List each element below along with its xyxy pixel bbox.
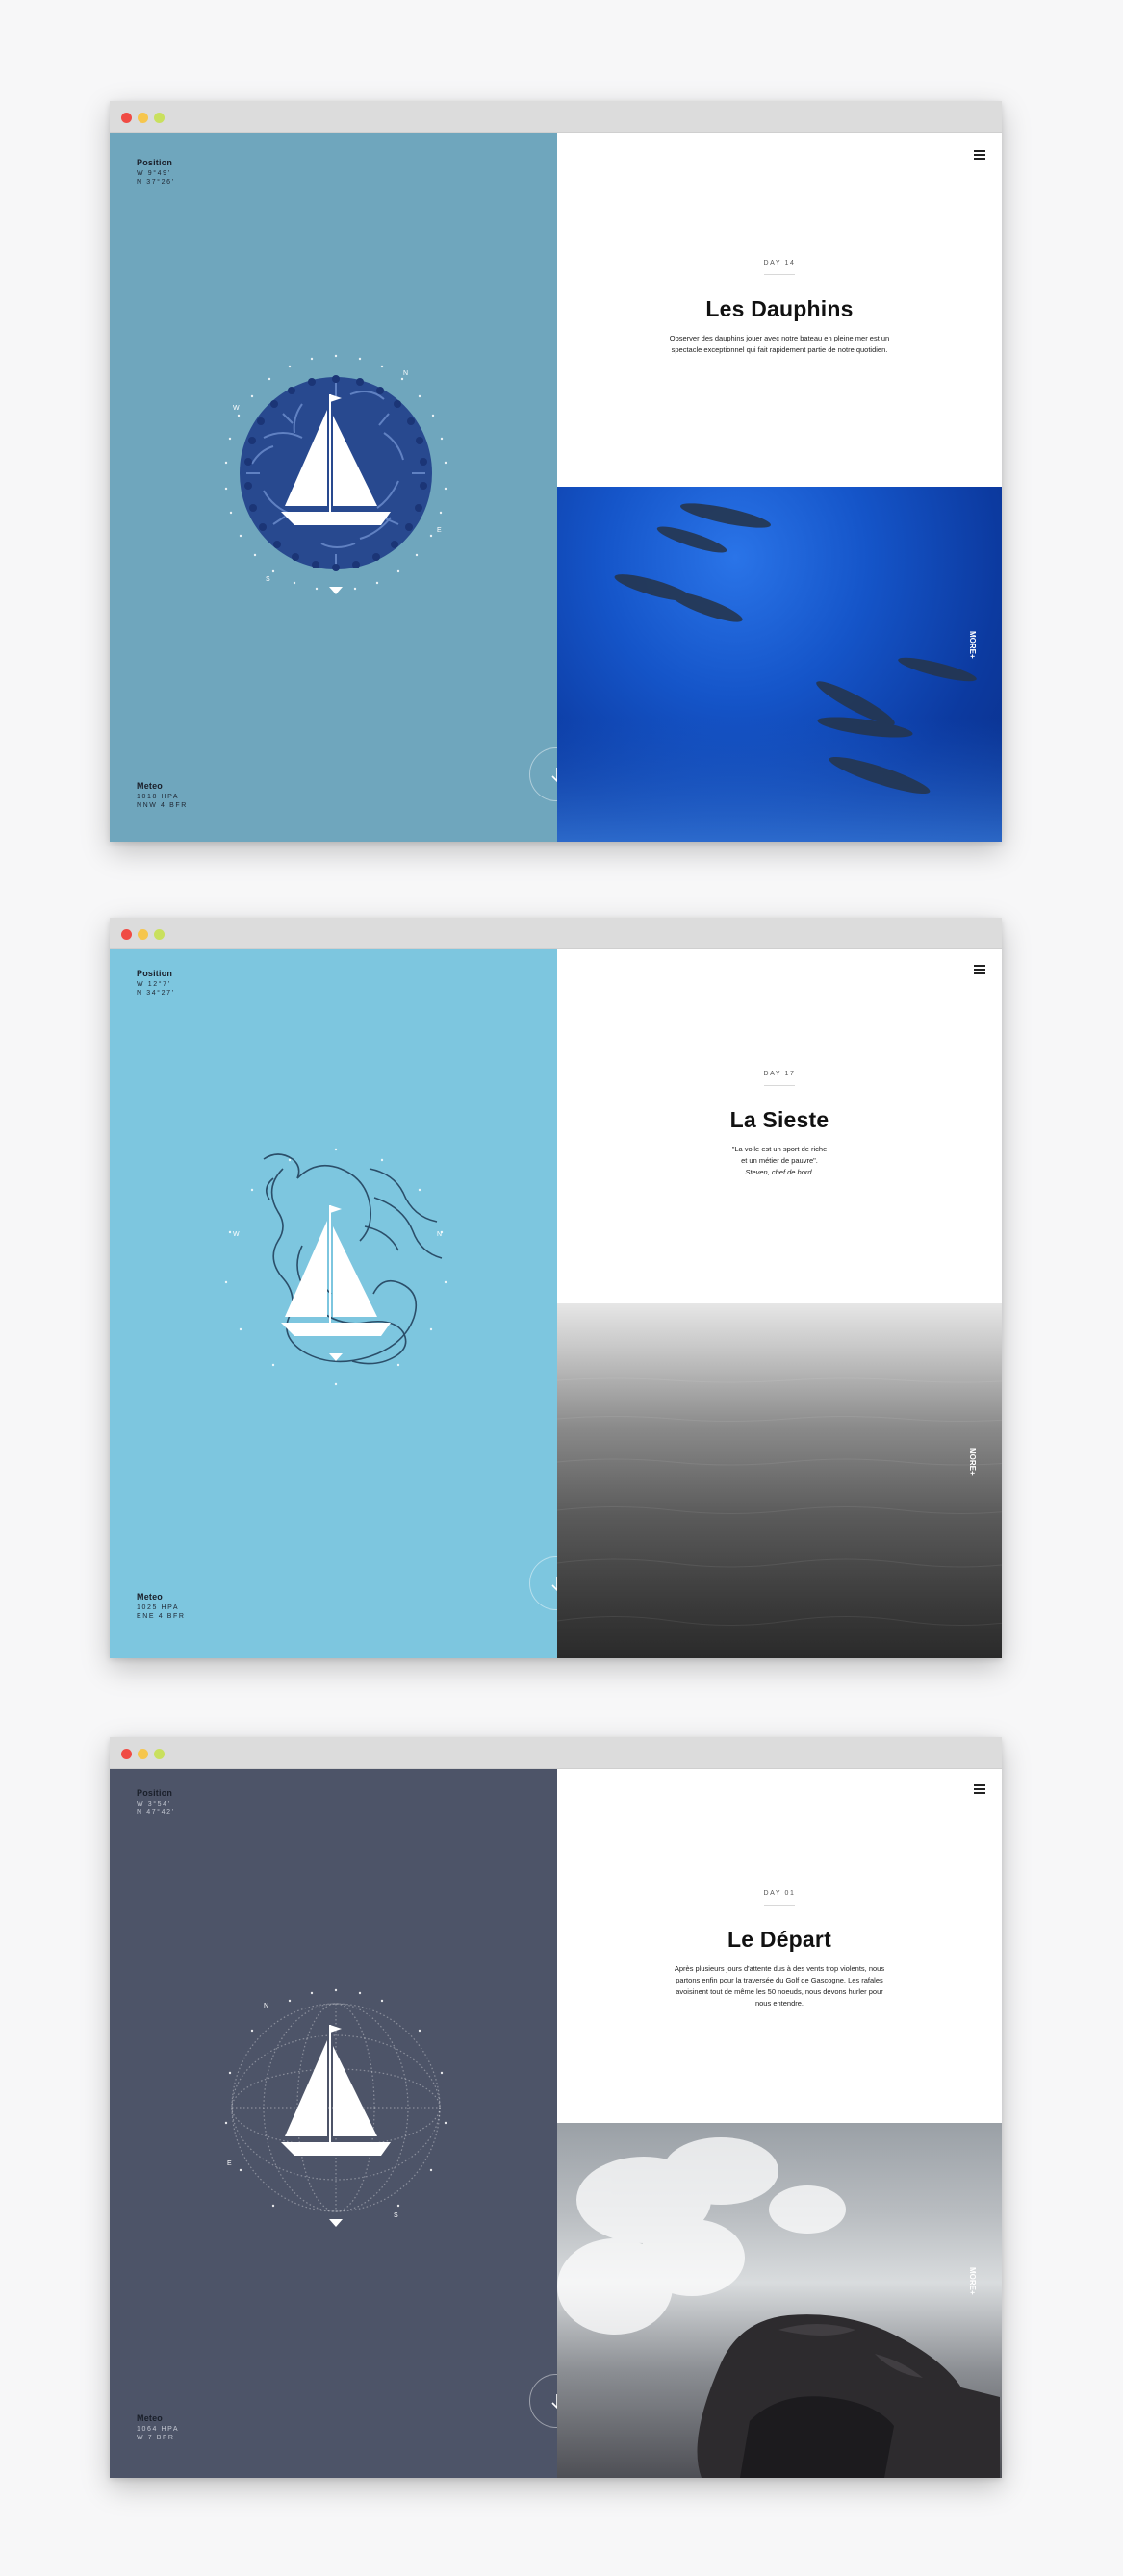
hamburger-menu-icon[interactable] — [974, 1784, 985, 1794]
browser-window-sieste: Position W 12°7' N 34°27' W N Meteo 1025… — [110, 918, 1002, 1658]
story-text-line: Après plusieurs jours d'attente dus à de… — [674, 1964, 885, 1973]
dolphins-image-icon — [557, 503, 1002, 842]
story-text: Après plusieurs jours d'attente dus à de… — [659, 1963, 900, 2009]
story-text: Observer des dauphins jouer avec notre b… — [659, 333, 900, 356]
right-panel: DAY 17 La Sieste "La voile est un sport … — [557, 949, 1002, 1658]
right-panel: DAY 01 Le Départ Après plusieurs jours d… — [557, 1769, 1002, 2478]
meteo-label: Meteo — [137, 2413, 164, 2423]
left-panel: Position W 12°7' N 34°27' W N Meteo 1025… — [110, 949, 557, 1658]
day-divider — [764, 1905, 795, 1906]
story-text-line: partons enfin pour la traversée du Golf … — [676, 1976, 883, 1984]
right-panel: DAY 14 Les Dauphins Observer des dauphin… — [557, 133, 1002, 842]
maximize-window-button[interactable] — [154, 113, 165, 123]
svg-text:S: S — [394, 2212, 398, 2219]
dolphins-photo: MORE+ — [557, 487, 1002, 842]
mermaid-engraving-emblem-icon: WN — [224, 1148, 447, 1386]
position-longitude: W 9°49' — [137, 170, 171, 177]
story-text: "La voile est un sport de riche et un mé… — [659, 1144, 900, 1178]
day-label: DAY 17 — [763, 1071, 796, 1077]
meteo-pressure: 1025 HPA — [137, 1604, 180, 1611]
meteo-wind: NNW 4 BFR — [137, 802, 188, 809]
waves-rocks-image-icon — [557, 2137, 1000, 2478]
sea-ripples-image-icon — [557, 1377, 1002, 1626]
dotted-globe-emblem-icon: N E S — [224, 1988, 447, 2227]
position-label: Position — [137, 158, 173, 167]
svg-text:E: E — [437, 527, 442, 534]
window-titlebar — [110, 1737, 1002, 1769]
left-panel: Position W 3°54' N 47°42' N E S Meteo 1064… — [110, 1769, 557, 2478]
calm-sea-photo: MORE+ — [557, 1303, 1002, 1658]
meteo-pressure: 1064 HPA — [137, 2426, 180, 2433]
story-text-line: et un métier de pauvre". — [741, 1156, 818, 1165]
svg-text:N: N — [403, 370, 408, 377]
position-latitude: N 37°26' — [137, 179, 175, 186]
window-titlebar — [110, 918, 1002, 949]
story-text-line: avoisinent tout de même les 50 noeuds, n… — [676, 1987, 883, 1996]
position-longitude: W 3°54' — [137, 1801, 171, 1807]
story-text-line: Steven, chef de bord. — [745, 1168, 814, 1176]
day-divider — [764, 274, 795, 275]
story-title: Les Dauphins — [705, 296, 854, 321]
hamburger-menu-icon[interactable] — [974, 965, 985, 974]
svg-text:N: N — [437, 1231, 442, 1238]
story-text-line: spectacle exceptionnel qui fait rapideme… — [671, 345, 888, 354]
close-window-button[interactable] — [121, 113, 132, 123]
meteo-wind: W 7 BFR — [137, 2435, 175, 2441]
day-label: DAY 14 — [763, 260, 796, 266]
minimize-window-button[interactable] — [138, 1749, 148, 1759]
svg-text:S: S — [266, 576, 270, 583]
position-label: Position — [137, 969, 173, 978]
more-link[interactable]: MORE+ — [968, 1448, 979, 1476]
hamburger-menu-icon[interactable] — [974, 150, 985, 160]
meteo-wind: ENE 4 BFR — [137, 1613, 186, 1620]
browser-window-depart: Position W 3°54' N 47°42' N E S Meteo 1064… — [110, 1737, 1002, 2478]
position-longitude: W 12°7' — [137, 981, 171, 988]
meteo-label: Meteo — [137, 1592, 164, 1602]
story-text-line: "La voile est un sport de riche — [731, 1145, 828, 1153]
window-titlebar — [110, 101, 1002, 133]
meteo-label: Meteo — [137, 781, 164, 791]
story-text-line: nous entendre. — [754, 1999, 804, 2008]
maximize-window-button[interactable] — [154, 929, 165, 940]
more-link[interactable]: MORE+ — [968, 631, 979, 659]
position-latitude: N 34°27' — [137, 990, 175, 997]
story-text-line: Observer des dauphins jouer avec notre b… — [669, 334, 890, 342]
svg-text:W: W — [233, 1231, 240, 1238]
minimize-window-button[interactable] — [138, 929, 148, 940]
close-window-button[interactable] — [121, 929, 132, 940]
position-label: Position — [137, 1788, 173, 1798]
position-latitude: N 47°42' — [137, 1809, 175, 1816]
meteo-pressure: 1018 HPA — [137, 794, 180, 800]
browser-window-dauphins: Position W 9°49' N 37°26' N W E S Meteo 101… — [110, 101, 1002, 842]
story-title: La Sieste — [729, 1107, 829, 1132]
waves-rocks-photo: MORE+ — [557, 2123, 1002, 2478]
more-link[interactable]: MORE+ — [968, 2267, 979, 2295]
day-divider — [764, 1085, 795, 1086]
svg-text:W: W — [233, 405, 240, 412]
dolphin-sphere-emblem-icon: N W E S — [224, 354, 447, 594]
minimize-window-button[interactable] — [138, 113, 148, 123]
svg-text:E: E — [227, 2160, 232, 2167]
maximize-window-button[interactable] — [154, 1749, 165, 1759]
close-window-button[interactable] — [121, 1749, 132, 1759]
story-title: Le Départ — [727, 1927, 831, 1952]
day-label: DAY 01 — [763, 1890, 796, 1897]
svg-text:N: N — [264, 2003, 268, 2009]
left-panel: Position W 9°49' N 37°26' N W E S Meteo 101… — [110, 133, 557, 842]
